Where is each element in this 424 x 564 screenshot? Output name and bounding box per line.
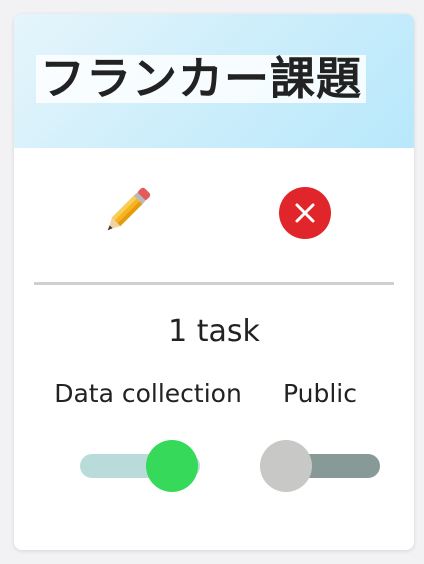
close-icon: [295, 203, 315, 223]
data-collection-label: Data collection: [54, 379, 242, 408]
edit-button[interactable]: [98, 184, 154, 240]
delete-button[interactable]: [279, 187, 331, 239]
public-label: Public: [283, 379, 357, 408]
pencil-icon: [107, 187, 151, 231]
card-header: フランカー課題: [14, 14, 414, 148]
task-count: 1 task: [168, 314, 260, 349]
toggle-thumb[interactable]: [260, 440, 312, 492]
card-title: フランカー課題: [36, 55, 367, 103]
public-toggle[interactable]: [260, 440, 380, 492]
study-card: フランカー課題 1 task Data collection Public: [14, 14, 414, 550]
toggle-thumb[interactable]: [146, 440, 198, 492]
divider: [34, 282, 394, 285]
data-collection-toggle[interactable]: [80, 440, 200, 492]
